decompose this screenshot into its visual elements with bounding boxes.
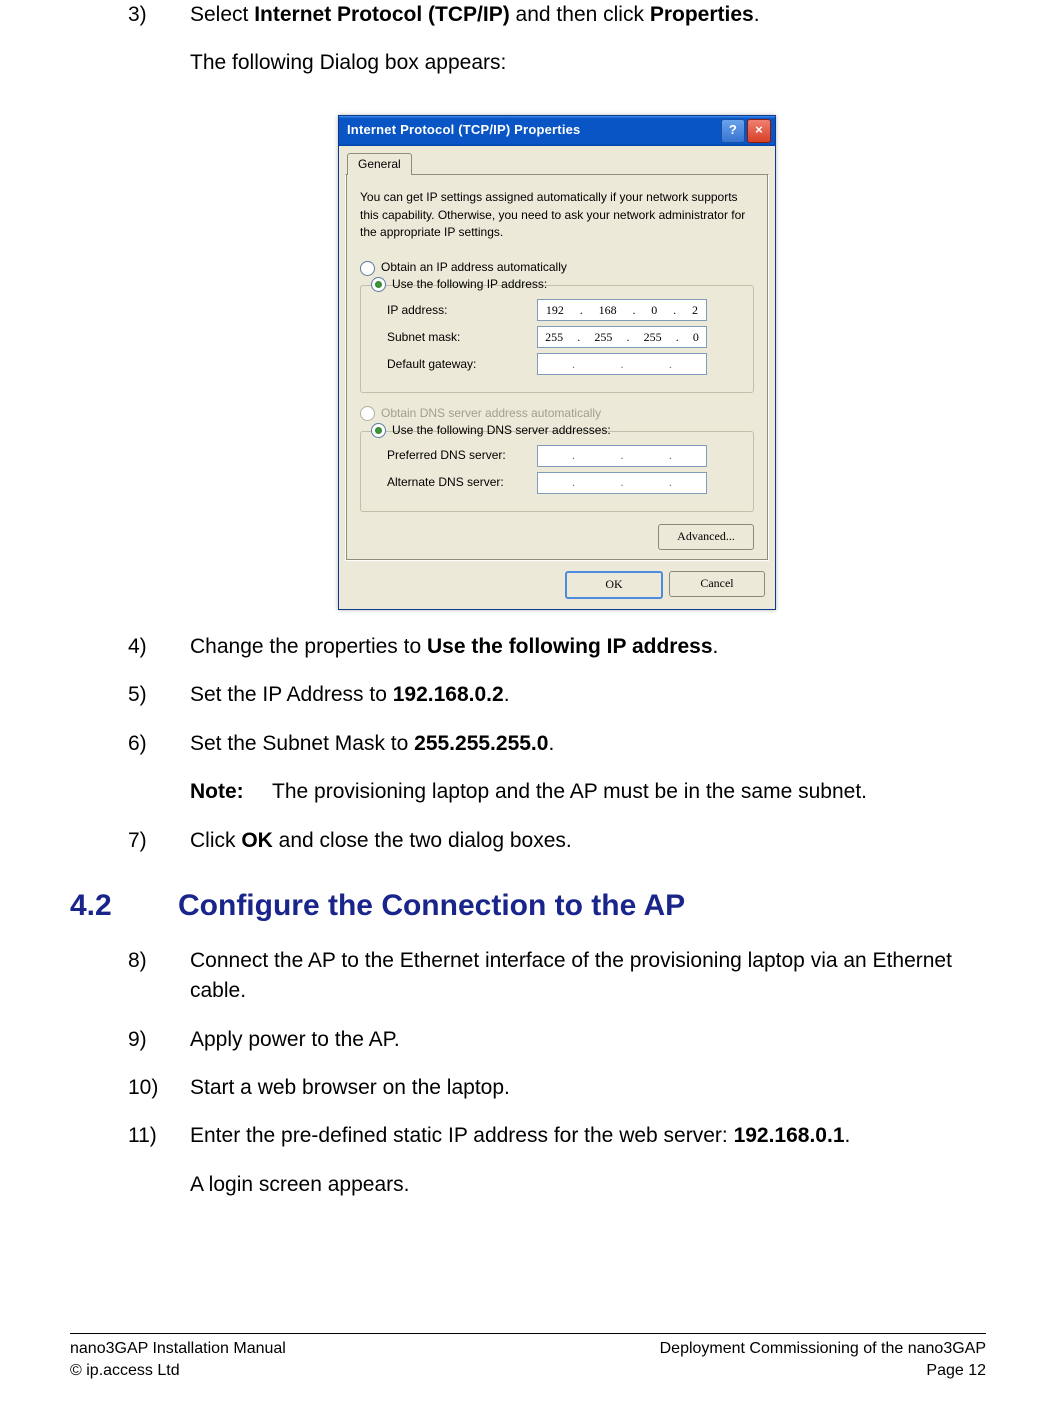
- ip-input[interactable]: ...: [537, 445, 707, 467]
- step-text: Set the IP Address to 192.168.0.2.: [190, 680, 986, 710]
- ok-button[interactable]: OK: [565, 571, 663, 599]
- step-item: 8)Connect the AP to the Ethernet interfa…: [128, 946, 986, 1007]
- step-item: 5)Set the IP Address to 192.168.0.2.: [128, 680, 986, 710]
- ip-input[interactable]: 192.168.0.2: [537, 299, 707, 321]
- preferred-dns-field: Preferred DNS server:...: [387, 445, 743, 467]
- page-footer: nano3GAP Installation Manual Deployment …: [70, 1333, 986, 1380]
- dialog-title: Internet Protocol (TCP/IP) Properties: [347, 121, 580, 140]
- footer-copyright: © ip.access Ltd: [70, 1362, 180, 1380]
- close-button[interactable]: ×: [747, 119, 771, 143]
- note-label: Note:: [190, 777, 272, 807]
- radio-icon: [371, 277, 386, 292]
- dialog-titlebar: Internet Protocol (TCP/IP) Properties?×: [339, 116, 775, 146]
- step-text: Change the properties to Use the followi…: [190, 632, 986, 662]
- step-text: Select Internet Protocol (TCP/IP) and th…: [190, 0, 986, 30]
- step-text: Connect the AP to the Ethernet interface…: [190, 946, 986, 1007]
- step-subtext: The following Dialog box appears:: [190, 48, 986, 78]
- alternate-dns-field: Alternate DNS server:...: [387, 472, 743, 494]
- radio-use-dns[interactable]: Use the following DNS server addresses:: [371, 422, 743, 439]
- tcpip-dialog: Internet Protocol (TCP/IP) Properties?× G…: [338, 115, 776, 610]
- footer-doc-section: Deployment Commissioning of the nano3GAP: [660, 1340, 986, 1358]
- cancel-button[interactable]: Cancel: [669, 571, 765, 597]
- step-item: 6)Set the Subnet Mask to 255.255.255.0. N…: [128, 729, 986, 808]
- radio-obtain-dns-auto: Obtain DNS server address automatically: [360, 405, 754, 422]
- dialog-body: You can get IP settings assigned automat…: [345, 174, 769, 561]
- ip-input[interactable]: ...: [537, 353, 707, 375]
- subnet-mask-field: Subnet mask:255.255.255.0: [387, 326, 743, 348]
- radio-icon: [360, 406, 375, 421]
- footer-page-number: Page 12: [926, 1362, 986, 1380]
- step-item: 4)Change the properties to Use the follo…: [128, 632, 986, 662]
- step-number: 4): [128, 632, 190, 662]
- dialog-intro-text: You can get IP settings assigned automat…: [360, 189, 754, 241]
- default-gateway-field: Default gateway:...: [387, 353, 743, 375]
- radio-icon: [371, 423, 386, 438]
- step-item: 9)Apply power to the AP.: [128, 1025, 986, 1055]
- step-note: Note:The provisioning laptop and the AP …: [190, 777, 986, 807]
- step-item: 10)Start a web browser on the laptop.: [128, 1073, 986, 1103]
- step-number: 8): [128, 946, 190, 1007]
- step-text: Start a web browser on the laptop.: [190, 1073, 986, 1103]
- advanced-button[interactable]: Advanced...: [658, 524, 754, 550]
- step-text: Apply power to the AP.: [190, 1025, 986, 1055]
- tcpip-dialog-figure: Internet Protocol (TCP/IP) Properties?× G…: [128, 115, 986, 610]
- radio-use-ip[interactable]: Use the following IP address:: [371, 276, 743, 293]
- ip-input[interactable]: ...: [537, 472, 707, 494]
- ip-input[interactable]: 255.255.255.0: [537, 326, 707, 348]
- ip-address-field: IP address:192.168.0.2: [387, 299, 743, 321]
- step-text: Enter the pre-defined static IP address …: [190, 1121, 986, 1151]
- footer-doc-title: nano3GAP Installation Manual: [70, 1340, 286, 1358]
- radio-icon: [360, 261, 375, 276]
- step-number: 3): [128, 0, 190, 97]
- step-text: Set the Subnet Mask to 255.255.255.0.: [190, 729, 986, 759]
- section-number: 4.2: [70, 884, 178, 928]
- step-item: 11)Enter the pre-defined static IP addre…: [128, 1121, 986, 1218]
- step-number: 7): [128, 826, 190, 856]
- step-item: 3)Select Internet Protocol (TCP/IP) and …: [128, 0, 986, 97]
- step-number: 6): [128, 729, 190, 808]
- radio-obtain-ip-auto[interactable]: Obtain an IP address automatically: [360, 259, 754, 276]
- section-heading: 4.2Configure the Connection to the AP: [70, 884, 986, 928]
- step-number: 5): [128, 680, 190, 710]
- tab-general[interactable]: General: [347, 153, 412, 175]
- step-number: 9): [128, 1025, 190, 1055]
- step-item: 7)Click OK and close the two dialog boxe…: [128, 826, 986, 856]
- section-title: Configure the Connection to the AP: [178, 889, 685, 922]
- step-text: Click OK and close the two dialog boxes.: [190, 826, 986, 856]
- help-button[interactable]: ?: [721, 119, 745, 143]
- step-number: 11): [128, 1121, 190, 1218]
- step-subtext: A login screen appears.: [190, 1170, 986, 1200]
- step-number: 10): [128, 1073, 190, 1103]
